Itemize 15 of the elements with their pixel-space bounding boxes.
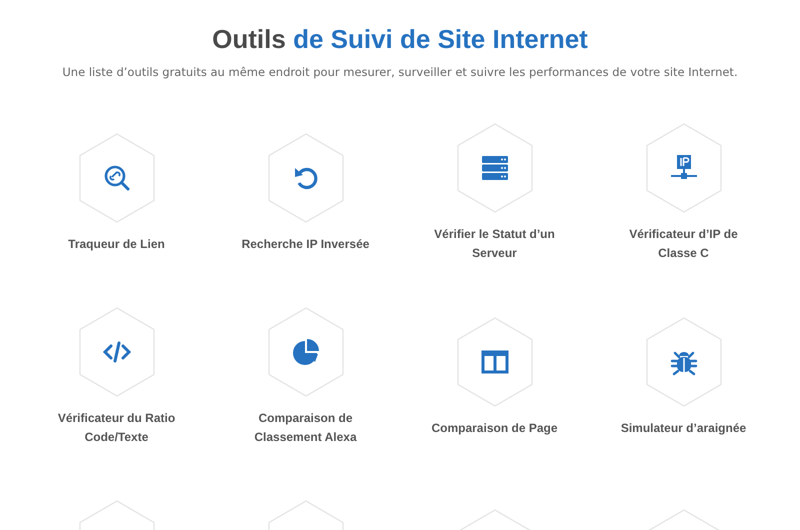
network-icon [670,154,698,182]
page-title: Outils de Suivi de Site Internet [211,23,589,56]
tool-label[interactable]: Vérificateur du Ratio Code/Texte [42,409,192,447]
tool-label[interactable]: Recherche IP Inversée [230,234,380,254]
server-icon [480,154,508,182]
tool-label[interactable]: Comparaison de Page [420,418,570,438]
page-subtitle: Une liste d’outils gratuits au même endroit pour mesurer, surveiller et suivre les performances de votre site Internet. [61,64,739,81]
tool-label[interactable]: Traqueur de Lien [42,234,192,254]
layout-icon [480,348,508,376]
tool-label[interactable]: Vérificateur d’IP de Classe C [608,225,758,263]
tool-label[interactable]: Simulateur d’araignée [608,418,758,438]
tool-label[interactable]: Comparaison de Classement Alexa [230,409,380,447]
link-search-icon [102,164,130,192]
pie-chart-icon [292,338,320,366]
tool-label[interactable]: Vérifier le Statut d’un Serveur [420,225,570,263]
